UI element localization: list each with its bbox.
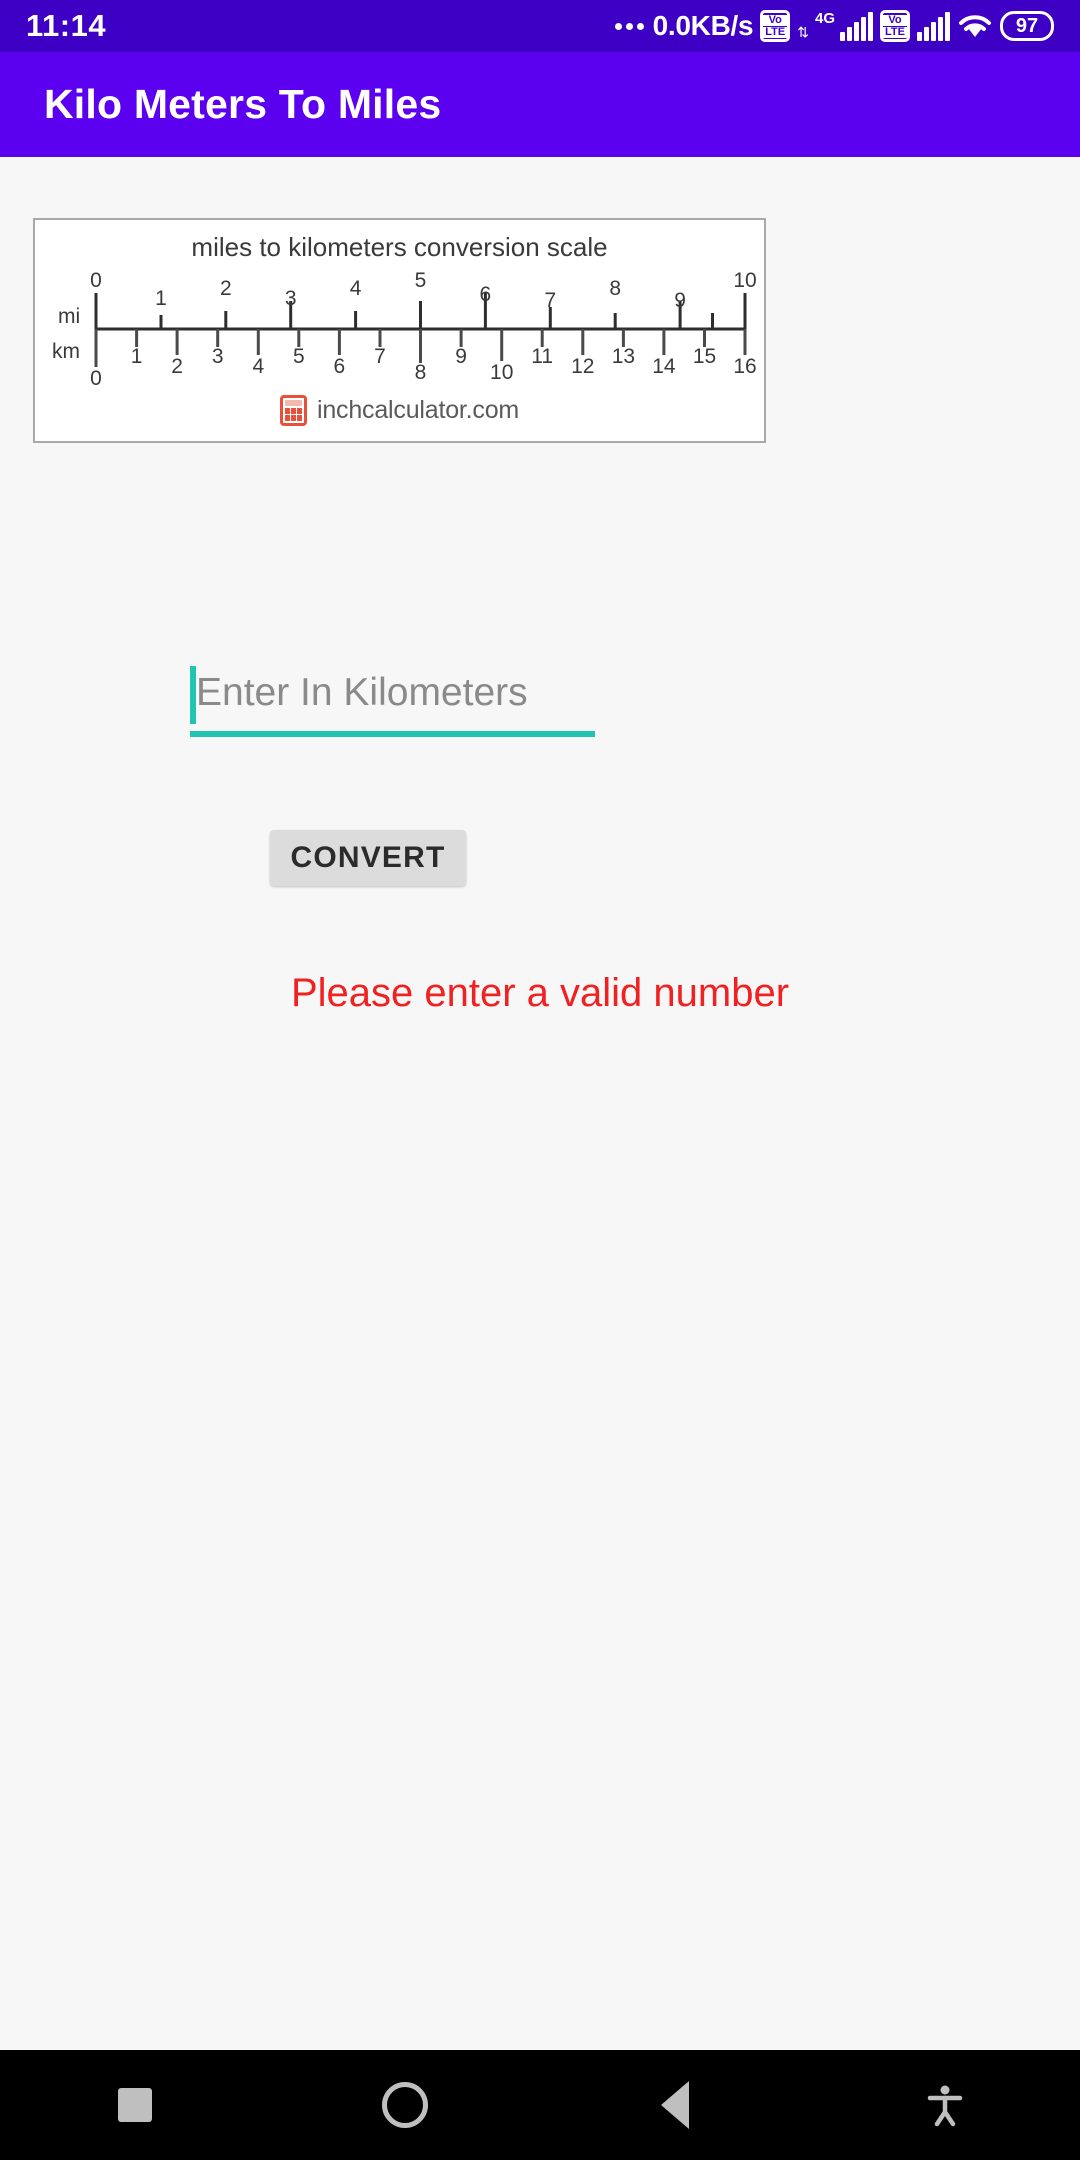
wifi-icon [957, 11, 993, 41]
status-bar-clock: 11:14 [26, 8, 107, 43]
svg-text:0: 0 [90, 269, 102, 292]
svg-text:10: 10 [490, 361, 513, 384]
svg-text:4: 4 [252, 355, 264, 378]
svg-text:2: 2 [219, 277, 231, 300]
back-triangle-icon [661, 2081, 689, 2129]
svg-text:km: km [52, 340, 80, 363]
volte-top-label: Vo [763, 14, 788, 26]
recent-apps-button[interactable] [0, 2088, 270, 2122]
svg-text:mi: mi [58, 305, 80, 328]
input-underline [190, 731, 595, 737]
conversion-scale-card: miles to kilometers conversion scale mi … [33, 218, 766, 443]
data-transfer-arrows-icon: ⇅ [797, 24, 809, 40]
calculator-icon [279, 395, 307, 426]
back-button[interactable] [540, 2081, 810, 2129]
svg-text:13: 13 [611, 345, 634, 368]
conversion-scale-diagram: mi km 0 1 2 3 4 5 6 7 8 9 10 0 1 2 3 4 5… [52, 269, 757, 390]
convert-button[interactable]: CONVERT [270, 830, 466, 886]
overflow-dots-icon [614, 22, 644, 30]
svg-text:3: 3 [211, 345, 223, 368]
volte-bottom-label: LTE [763, 26, 788, 38]
battery-icon: 97 [1000, 11, 1054, 41]
app-bar: Kilo Meters To Miles [0, 52, 1080, 157]
home-button[interactable] [270, 2082, 540, 2128]
svg-text:8: 8 [414, 361, 426, 384]
accessibility-icon [922, 2082, 968, 2128]
kilometers-input[interactable] [190, 657, 595, 729]
svg-text:16: 16 [733, 355, 756, 378]
svg-text:12: 12 [571, 355, 594, 378]
network-speed-label: 0.0KB/s [652, 10, 754, 41]
svg-text:8: 8 [609, 277, 621, 300]
svg-text:9: 9 [455, 345, 467, 368]
svg-text:10: 10 [733, 269, 756, 292]
status-bar-icons: 0.0KB/s Vo LTE ⇅ 4G Vo LTE 97 [614, 9, 1054, 42]
scale-title: miles to kilometers conversion scale [191, 232, 608, 262]
text-cursor [190, 666, 196, 724]
svg-text:6: 6 [479, 283, 491, 306]
svg-text:1: 1 [130, 345, 142, 368]
svg-text:0: 0 [90, 367, 102, 390]
volte-top-label: Vo [883, 14, 907, 26]
attribution-label: inchcalculator.com [316, 396, 520, 424]
page-title: Kilo Meters To Miles [44, 81, 442, 127]
svg-text:14: 14 [652, 355, 676, 378]
network-type-label: 4G [814, 9, 835, 27]
attribution: inchcalculator.com [35, 395, 764, 426]
battery-level-label: 97 [1015, 14, 1039, 37]
svg-text:1: 1 [155, 287, 167, 310]
signal-icon [840, 11, 873, 41]
volte-bottom-label: LTE [883, 26, 907, 38]
signal-icon [917, 11, 950, 41]
svg-text:2: 2 [171, 355, 183, 378]
accessibility-button[interactable] [810, 2082, 1080, 2128]
svg-text:5: 5 [292, 345, 304, 368]
recent-apps-square-icon [118, 2088, 152, 2122]
svg-text:3: 3 [284, 287, 296, 310]
svg-text:7: 7 [544, 289, 556, 312]
error-message: Please enter a valid number [290, 971, 790, 1015]
home-circle-icon [382, 2082, 428, 2128]
status-bar: 11:14 0.0KB/s Vo LTE ⇅ 4G Vo LTE 97 [0, 0, 1080, 52]
main-content: miles to kilometers conversion scale mi … [0, 157, 1080, 2050]
volte-icon: Vo LTE [880, 10, 910, 42]
svg-text:5: 5 [414, 269, 426, 292]
svg-text:11: 11 [531, 345, 553, 368]
svg-text:4: 4 [349, 277, 361, 300]
svg-text:15: 15 [692, 345, 715, 368]
volte-icon: Vo LTE [760, 10, 791, 42]
kilometers-input-wrapper[interactable] [190, 657, 595, 739]
svg-text:7: 7 [374, 345, 386, 368]
svg-text:6: 6 [333, 355, 345, 378]
svg-text:9: 9 [674, 289, 686, 312]
android-navigation-bar [0, 2050, 1080, 2160]
